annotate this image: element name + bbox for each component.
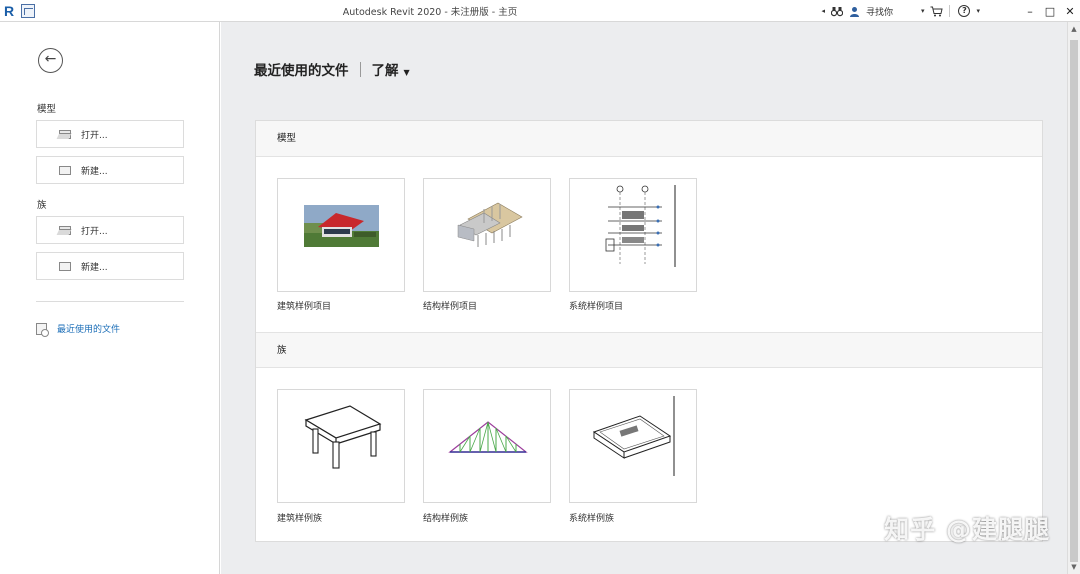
new-file-icon [59, 165, 71, 175]
help-icon[interactable]: ? [958, 5, 971, 17]
architecture-sample-family-card[interactable] [277, 389, 405, 503]
vertical-scrollbar[interactable]: ▲ ▼ [1067, 22, 1080, 574]
architecture-sample-project-label[interactable]: 建筑样例项目 [277, 299, 331, 312]
dropdown-caret-icon[interactable]: ▾ [921, 7, 925, 15]
cart-icon[interactable] [930, 6, 944, 17]
close-icon[interactable]: ✕ [1060, 5, 1080, 18]
sidebar-section-families: 族 [37, 200, 47, 211]
open-family-label: 打开... [81, 226, 108, 237]
recent-panel: 模型 建筑样例项目 结构样例项目 系统样例项目 族 建筑样例族 结构样例族 系统… [255, 120, 1043, 542]
dropdown-caret-icon[interactable]: ▾ [976, 7, 980, 15]
structure-sample-family-label[interactable]: 结构样例族 [423, 511, 468, 524]
systems-sample-project-card[interactable] [569, 178, 697, 292]
chevron-down-icon: ▼ [403, 68, 410, 77]
main-content: 最近使用的文件 了解 ▼ 模型 建筑样例项目 结构样例项目 系统样例项目 族 建… [221, 22, 1067, 574]
folder-open-icon [59, 225, 71, 235]
watermark: 知乎 @建腿腿 [884, 515, 1050, 544]
open-family-button[interactable]: 打开... [36, 216, 184, 244]
new-family-label: 新建... [81, 262, 108, 273]
structure-project-thumbnail [457, 202, 523, 247]
architecture-project-thumbnail [304, 205, 379, 247]
architecture-sample-project-card[interactable] [277, 178, 405, 292]
fixture-family-thumbnail [592, 396, 675, 476]
families-heading: 族 [256, 332, 1042, 368]
sidebar: ← 模型 打开... 新建... 族 打开... 新建... 最近使用的文件 [0, 22, 220, 574]
table-family-thumbnail [304, 405, 382, 469]
truss-family-thumbnail [448, 421, 528, 453]
title-bar-tools: ◂ 寻找你 ▾ ? ▾ – □ ✕ [821, 0, 1080, 22]
tab-learn[interactable]: 了解 ▼ [372, 59, 410, 79]
structure-sample-family-card[interactable] [423, 389, 551, 503]
main-header: 最近使用的文件 了解 ▼ [254, 59, 410, 79]
open-model-button[interactable]: 打开... [36, 120, 184, 148]
systems-project-thumbnail [605, 185, 676, 267]
back-arrow-icon[interactable]: ← [38, 48, 63, 73]
architecture-sample-family-label[interactable]: 建筑样例族 [277, 511, 322, 524]
minimize-icon[interactable]: – [1020, 5, 1040, 18]
new-family-button[interactable]: 新建... [36, 252, 184, 280]
systems-sample-project-label[interactable]: 系统样例项目 [569, 299, 623, 312]
tab-recent-files[interactable]: 最近使用的文件 [254, 59, 349, 79]
arrow-left-icon[interactable]: ◂ [821, 7, 825, 15]
new-model-button[interactable]: 新建... [36, 156, 184, 184]
title-bar: R Autodesk Revit 2020 - 未注册版 - 主页 ◂ 寻找你 … [0, 0, 1080, 22]
models-heading: 模型 [256, 121, 1042, 157]
binoculars-icon[interactable] [830, 6, 843, 17]
systems-sample-family-card[interactable] [569, 389, 697, 503]
scroll-thumb[interactable] [1070, 40, 1078, 562]
recent-files-icon [36, 322, 49, 337]
scroll-down-icon[interactable]: ▼ [1068, 563, 1080, 571]
recent-files-label: 最近使用的文件 [57, 325, 121, 335]
window-title: Autodesk Revit 2020 - 未注册版 - 主页 [342, 7, 518, 18]
new-model-label: 新建... [81, 166, 108, 177]
user-icon[interactable] [849, 6, 860, 17]
structure-sample-project-label[interactable]: 结构样例项目 [423, 299, 477, 312]
sign-in-label[interactable]: 寻找你 [866, 5, 893, 18]
help-label: ? [958, 5, 971, 17]
sidebar-item-recent-files[interactable]: 最近使用的文件 [36, 322, 121, 337]
divider [949, 5, 951, 17]
open-model-label: 打开... [81, 130, 108, 141]
sidebar-section-models: 模型 [37, 104, 57, 115]
scroll-up-icon[interactable]: ▲ [1068, 25, 1080, 33]
maximize-icon[interactable]: □ [1040, 5, 1060, 18]
divider [359, 61, 361, 77]
folder-open-icon [59, 129, 71, 139]
divider [36, 301, 184, 302]
tab-learn-label: 了解 [371, 63, 399, 79]
structure-sample-project-card[interactable] [423, 178, 551, 292]
systems-sample-family-label[interactable]: 系统样例族 [569, 511, 614, 524]
new-file-icon [59, 261, 71, 271]
